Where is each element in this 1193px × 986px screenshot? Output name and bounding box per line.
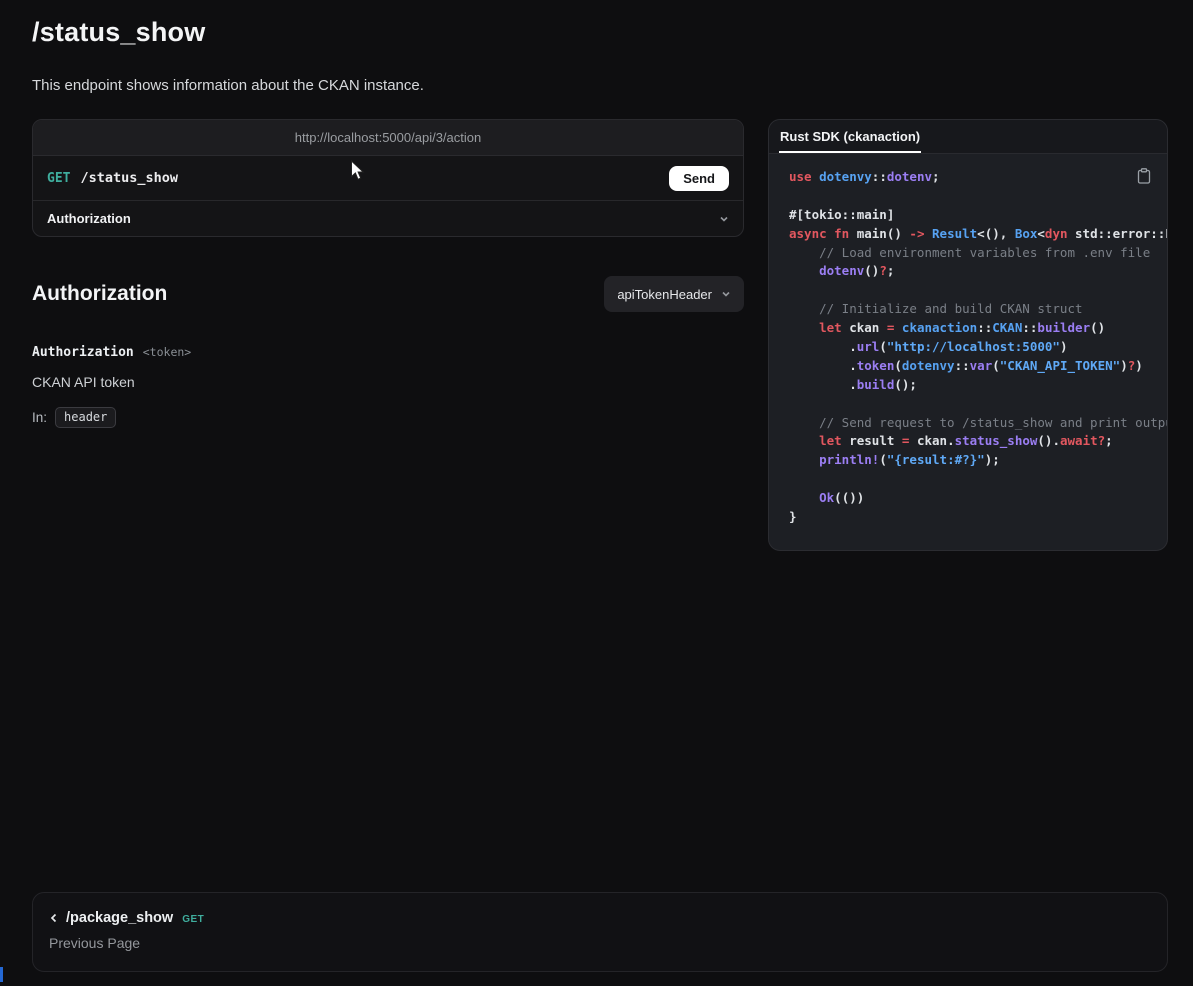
code-line: // Send request to /status_show and prin… — [789, 414, 1167, 433]
code-line: .build(); — [789, 376, 1167, 395]
code-block: use dotenvy::dotenv; #[tokio::main]async… — [769, 154, 1167, 550]
scroll-fragment — [0, 967, 3, 982]
clipboard-icon — [1137, 168, 1151, 184]
code-line: Ok(()) — [789, 489, 1167, 508]
copy-code-button[interactable] — [1135, 166, 1153, 189]
code-line: .url("http://localhost:5000") — [789, 338, 1167, 357]
param-type: <token> — [143, 345, 191, 359]
param-in-label: In: — [32, 410, 47, 425]
code-line — [789, 281, 1167, 300]
auth-parameter-block: Authorization <token> CKAN API token In:… — [32, 345, 744, 428]
code-line: // Initialize and build CKAN struct — [789, 300, 1167, 319]
request-row: GET /status_show Send — [33, 156, 743, 200]
auth-scheme-dropdown[interactable]: apiTokenHeader — [604, 276, 744, 312]
auth-scheme-value: apiTokenHeader — [617, 287, 712, 302]
code-line: let result = ckan.status_show().await?; — [789, 432, 1167, 451]
previous-page-label: Previous Page — [49, 935, 1151, 951]
chevron-down-icon — [719, 214, 729, 224]
code-line — [789, 470, 1167, 489]
previous-page-path: /package_show — [66, 910, 173, 926]
endpoint-description: This endpoint shows information about th… — [32, 77, 424, 94]
code-line — [789, 187, 1167, 206]
authorization-heading: Authorization — [32, 282, 167, 306]
code-line: #[tokio::main] — [789, 206, 1167, 225]
param-in-row: In: header — [32, 407, 744, 428]
code-line: } — [789, 508, 1167, 527]
code-line: let ckan = ckanaction::CKAN::builder() — [789, 319, 1167, 338]
param-name: Authorization — [32, 345, 134, 360]
code-line: async fn main() -> Result<(), Box<dyn st… — [789, 225, 1167, 244]
sdk-panel: Rust SDK (ckanaction) use dotenvy::doten… — [768, 119, 1168, 551]
param-name-row: Authorization <token> — [32, 345, 744, 360]
send-button[interactable]: Send — [669, 166, 729, 191]
base-url-text: http://localhost:5000/api/3/action — [295, 130, 481, 145]
param-in-badge: header — [55, 407, 116, 428]
previous-page-method: GET — [182, 912, 204, 925]
endpoint-path: /status_show — [80, 170, 178, 186]
code-line: // Load environment variables from .env … — [789, 244, 1167, 263]
page-title: /status_show — [32, 17, 205, 48]
code-line — [789, 395, 1167, 414]
authorization-accordion[interactable]: Authorization — [33, 200, 743, 236]
tab-rust-sdk[interactable]: Rust SDK (ckanaction) — [779, 121, 921, 153]
sdk-panel-header: Rust SDK (ckanaction) — [769, 120, 1167, 154]
previous-page-link[interactable]: /package_show GET Previous Page — [32, 892, 1168, 972]
chevron-left-icon — [49, 913, 59, 923]
param-description: CKAN API token — [32, 374, 744, 390]
code-line: println!("{result:#?}"); — [789, 451, 1167, 470]
base-url-bar[interactable]: http://localhost:5000/api/3/action — [33, 120, 743, 156]
code-line: dotenv()?; — [789, 262, 1167, 281]
authorization-accordion-label: Authorization — [47, 211, 131, 226]
code-line: .token(dotenvy::var("CKAN_API_TOKEN")?) — [789, 357, 1167, 376]
request-card: http://localhost:5000/api/3/action GET /… — [32, 119, 744, 237]
chevron-down-icon — [721, 289, 731, 299]
code-line: use dotenvy::dotenv; — [789, 168, 1167, 187]
authorization-section-header: Authorization apiTokenHeader — [32, 276, 744, 312]
previous-page-row: /package_show GET — [49, 910, 1151, 926]
http-method-label: GET — [47, 171, 70, 186]
